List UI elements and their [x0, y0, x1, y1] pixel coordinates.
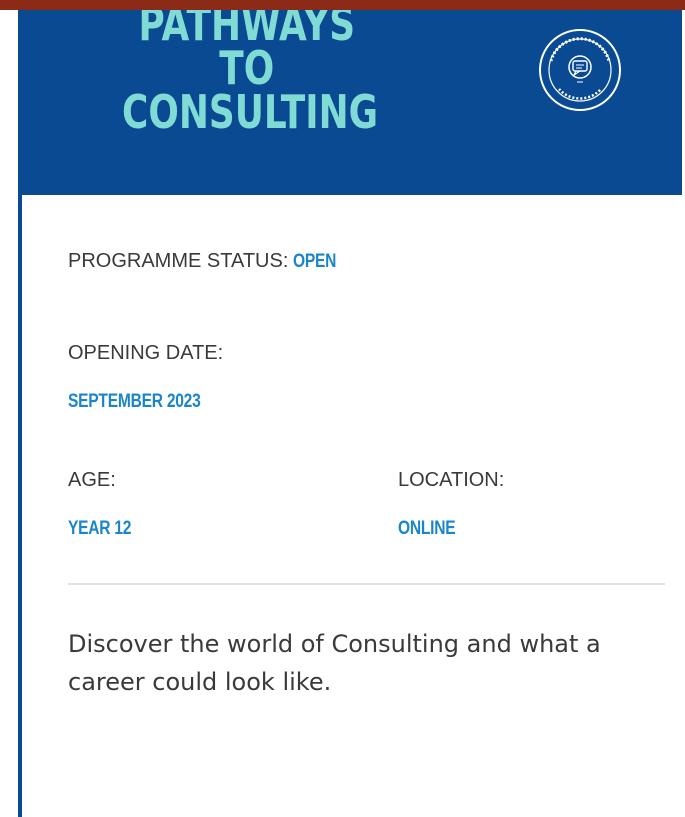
age-label: AGE:: [68, 469, 116, 491]
opening-date-label: OPENING DATE:: [68, 342, 224, 364]
programme-status-value: OPEN: [292, 251, 337, 272]
section-divider: [68, 583, 665, 585]
banner-title-line2: CONSULTING: [122, 85, 379, 139]
programme-description: Discover the world of Consulting and wha…: [68, 630, 601, 696]
banner-title-line1: PATHWAYS TO: [138, 10, 356, 95]
programme-status-row: PROGRAMME STATUS: OPEN: [68, 250, 346, 273]
programme-status-label: PROGRAMME STATUS:: [68, 250, 289, 272]
location-label: LOCATION:: [398, 469, 505, 491]
top-color-strip: [0, 0, 685, 10]
pathways-to-consulting-seal-icon: [539, 29, 621, 111]
banner-title: PATHWAYS TO CONSULTING: [122, 10, 379, 139]
programme-card-page: PATHWAYS TO CONSULTING PROGRAMME STATUS:…: [0, 0, 685, 817]
location-value: ONLINE: [398, 518, 456, 539]
programme-banner: PATHWAYS TO CONSULTING: [22, 10, 682, 195]
age-value: YEAR 12: [68, 518, 132, 539]
opening-date-value: SEPTEMBER 2023: [68, 391, 201, 412]
